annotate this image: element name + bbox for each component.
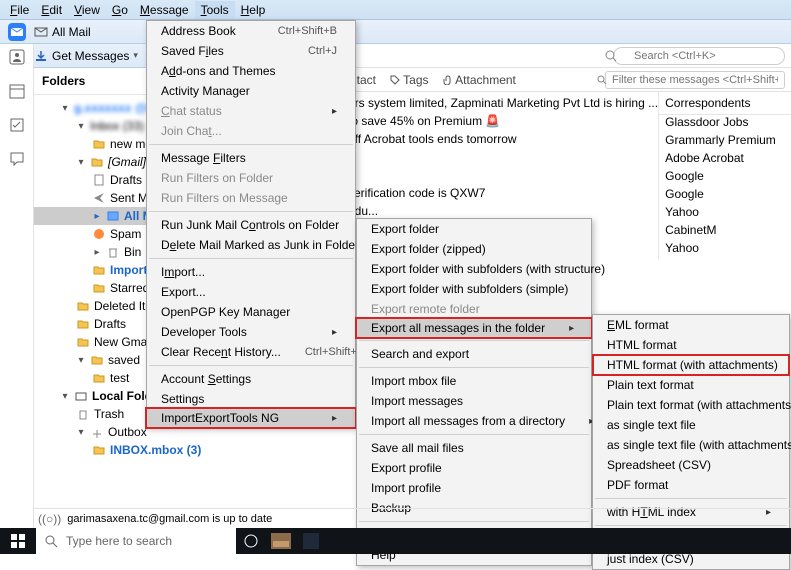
correspondent-row[interactable]: Grammarly Premium xyxy=(659,133,791,151)
mi-export-folder[interactable]: Export folder xyxy=(357,219,591,239)
filter-tags[interactable]: Tags xyxy=(390,73,428,87)
mi-openpgp[interactable]: OpenPGP Key Manager xyxy=(147,302,355,322)
get-messages-button[interactable]: Get Messages xyxy=(52,49,129,63)
message-row[interactable]: rt xyxy=(344,168,658,186)
message-row[interactable]: rt xyxy=(344,150,658,168)
menu-view[interactable]: View xyxy=(68,1,106,19)
message-row[interactable]: off Acrobat tools ends tomorrow xyxy=(344,132,658,150)
mi-devtools[interactable]: Developer Tools▸ xyxy=(147,322,355,342)
mi-search-export[interactable]: Search and export xyxy=(357,344,591,364)
correspondents-header[interactable]: Correspondents xyxy=(659,92,791,115)
correspondent-row[interactable]: Glassdoor Jobs xyxy=(659,115,791,133)
mi-delete-junk[interactable]: Delete Mail Marked as Junk in Folder xyxy=(147,235,355,255)
windows-taskbar: Type here to search xyxy=(0,528,791,554)
correspondent-row[interactable]: Google xyxy=(659,169,791,187)
chat-icon[interactable] xyxy=(8,150,26,168)
mi-export-remote: Export remote folder xyxy=(357,299,591,319)
mi-plain[interactable]: Plain text format xyxy=(593,375,789,395)
filter-search-icon xyxy=(597,75,607,85)
message-row[interactable]: verification code is QXW7 xyxy=(344,186,658,204)
menu-help[interactable]: Help xyxy=(235,1,272,19)
search-input[interactable] xyxy=(613,47,785,65)
mi-clear-history[interactable]: Clear Recent History...Ctrl+Shift+Del xyxy=(147,342,355,362)
start-button[interactable] xyxy=(0,528,36,554)
taskbar-search[interactable]: Type here to search xyxy=(36,528,236,554)
mi-chat-status: Chat status▸ xyxy=(147,101,355,121)
taskbar-app-icon[interactable] xyxy=(296,528,326,554)
mail-app-icon xyxy=(8,23,26,41)
message-row[interactable]: to save 45% on Premium 🚨 xyxy=(344,114,658,132)
mi-importexporttools[interactable]: ImportExportTools NG▸ xyxy=(146,408,356,428)
mi-run-filters-message: Run Filters on Message xyxy=(147,188,355,208)
mi-saved-files[interactable]: Saved FilesCtrl+J xyxy=(147,41,355,61)
mi-import-profile[interactable]: Import profile xyxy=(357,478,591,498)
mi-eml[interactable]: EML format xyxy=(593,315,789,335)
mi-import-messages[interactable]: Import messages xyxy=(357,391,591,411)
correspondent-row[interactable]: CabinetM xyxy=(659,223,791,241)
activity-bar xyxy=(0,44,34,528)
mi-import[interactable]: Import... xyxy=(147,262,355,282)
mi-single[interactable]: as single text file xyxy=(593,415,789,435)
mi-single-att[interactable]: as single text file (with attachments) xyxy=(593,435,789,455)
mi-html[interactable]: HTML format xyxy=(593,335,789,355)
menu-message[interactable]: Message xyxy=(134,1,195,19)
filter-input[interactable] xyxy=(605,71,785,89)
message-row[interactable]: ers system limited, Zapminati Marketing … xyxy=(344,96,658,114)
filter-attachment[interactable]: Attachment xyxy=(443,73,516,87)
menu-edit[interactable]: Edit xyxy=(35,1,68,19)
mi-spreadsheet[interactable]: Spreadsheet (CSV) xyxy=(593,455,789,475)
menu-tools[interactable]: Tools xyxy=(195,1,235,19)
mi-account-settings[interactable]: Account Settings xyxy=(147,369,355,389)
right-toolbar xyxy=(344,44,791,68)
mi-plain-att[interactable]: Plain text format (with attachments) xyxy=(593,395,789,415)
mi-export-zip[interactable]: Export folder (zipped) xyxy=(357,239,591,259)
mi-address-book[interactable]: Address BookCtrl+Shift+B xyxy=(147,21,355,41)
mi-message-filters[interactable]: Message Filters xyxy=(147,148,355,168)
all-mail-label: All Mail xyxy=(52,25,91,39)
toolbar-primary: All Mail xyxy=(0,20,791,44)
menu-go[interactable]: Go xyxy=(106,1,134,19)
tools-menu: Address BookCtrl+Shift+B Saved FilesCtrl… xyxy=(146,20,356,428)
mi-addons[interactable]: Add-ons and Themes xyxy=(147,61,355,81)
status-text: garimasaxena.tc@gmail.com is up to date xyxy=(67,513,272,525)
sync-icon: ((○)) xyxy=(38,512,61,526)
mi-export[interactable]: Export... xyxy=(147,282,355,302)
taskbar-search-placeholder: Type here to search xyxy=(66,534,172,548)
mi-export-profile[interactable]: Export profile xyxy=(357,458,591,478)
search-icon xyxy=(605,50,617,62)
correspondents-column: Correspondents Glassdoor Jobs Grammarly … xyxy=(658,92,791,259)
correspondent-row[interactable]: Yahoo xyxy=(659,241,791,259)
get-messages-icon xyxy=(34,49,48,63)
mi-pdf[interactable]: PDF format xyxy=(593,475,789,495)
mi-import-mbox[interactable]: Import mbox file xyxy=(357,371,591,391)
calendar-icon[interactable] xyxy=(8,82,26,100)
taskbar-app-icon[interactable] xyxy=(266,528,296,554)
get-messages-chevron-icon[interactable]: ▾ xyxy=(133,50,138,61)
mi-settings[interactable]: Settings xyxy=(147,389,355,409)
tasks-icon[interactable] xyxy=(8,116,26,134)
filter-toolbar: ntact Tags Attachment xyxy=(344,68,791,92)
mi-import-dir[interactable]: Import all messages from a directory▸ xyxy=(357,411,591,431)
taskbar-cortana-icon[interactable] xyxy=(236,528,266,554)
correspondent-row[interactable]: Yahoo xyxy=(659,205,791,223)
correspondent-row[interactable]: Google xyxy=(659,187,791,205)
mi-html-att[interactable]: HTML format (with attachments) xyxy=(593,355,789,375)
mi-export-sub-simple[interactable]: Export folder with subfolders (simple) xyxy=(357,279,591,299)
mi-export-sub-struct[interactable]: Export folder with subfolders (with stru… xyxy=(357,259,591,279)
address-book-icon[interactable] xyxy=(8,48,26,66)
tree-inboxmbox[interactable]: INBOX.mbox (3) xyxy=(34,441,344,459)
mi-join-chat: Join Chat... xyxy=(147,121,355,141)
mi-activity[interactable]: Activity Manager xyxy=(147,81,355,101)
correspondent-row[interactable]: Adobe Acrobat xyxy=(659,151,791,169)
mi-junk-controls[interactable]: Run Junk Mail Controls on Folder xyxy=(147,215,355,235)
menubar: FFileile Edit View Go Message Tools Help xyxy=(0,0,791,20)
inbox-icon xyxy=(34,25,48,39)
mi-export-all[interactable]: Export all messages in the folder▸ xyxy=(356,318,592,338)
mi-run-filters-folder: Run Filters on Folder xyxy=(147,168,355,188)
taskbar-search-icon xyxy=(44,534,58,548)
menu-file[interactable]: FFileile xyxy=(4,1,35,19)
mi-save-all[interactable]: Save all mail files xyxy=(357,438,591,458)
